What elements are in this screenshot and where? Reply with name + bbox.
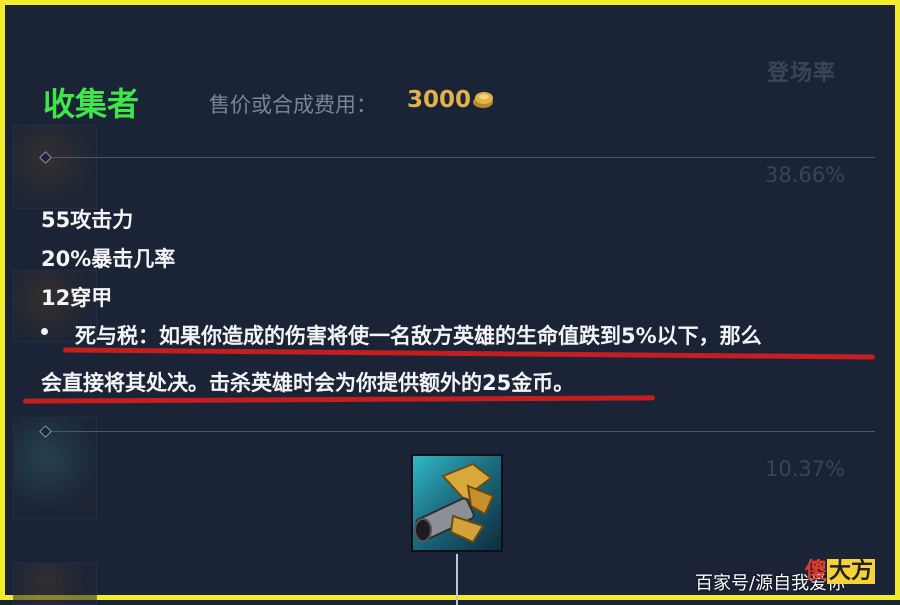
section-divider bbox=[45, 431, 875, 432]
pick-rate-value-1: 38.66% bbox=[765, 163, 846, 187]
stat-crit-chance: 20%暴击几率 bbox=[41, 247, 176, 271]
screenshot-frame: 登场率 38.66% 10.37% 收集者 售价或合成费用： 3000 55攻击… bbox=[0, 0, 900, 605]
price-value: 3000 bbox=[407, 87, 472, 113]
pick-rate-header: 登场率 bbox=[767, 61, 837, 86]
pick-rate-value-3: 10.37% bbox=[765, 457, 846, 481]
build-tree-connector bbox=[456, 554, 458, 605]
section-divider bbox=[45, 157, 875, 158]
passive-description-line2: 会直接将其处决。击杀英雄时会为你提供额外的25金币。 bbox=[41, 371, 575, 395]
gold-coin-icon bbox=[473, 92, 493, 108]
champion-thumbnail[interactable] bbox=[13, 417, 97, 519]
watermark-logo-part1: 傻 bbox=[805, 559, 828, 584]
watermark-logo: 傻大方 bbox=[805, 553, 876, 585]
collector-icon[interactable] bbox=[411, 454, 503, 552]
price-label: 售价或合成费用： bbox=[209, 93, 377, 117]
watermark-logo-part2: 大方 bbox=[827, 559, 876, 584]
passive-description-line1: 死与税：如果你造成的伤害将使一名敌方英雄的生命值跌到5%以下，那么 bbox=[75, 324, 762, 348]
champion-thumbnail[interactable] bbox=[13, 563, 97, 605]
stat-attack-damage: 55攻击力 bbox=[41, 208, 134, 232]
item-name: 收集者 bbox=[43, 85, 140, 123]
champion-thumbnail[interactable] bbox=[13, 125, 97, 209]
passive-bullet bbox=[41, 328, 48, 335]
stat-armor-penetration: 12穿甲 bbox=[41, 286, 113, 310]
